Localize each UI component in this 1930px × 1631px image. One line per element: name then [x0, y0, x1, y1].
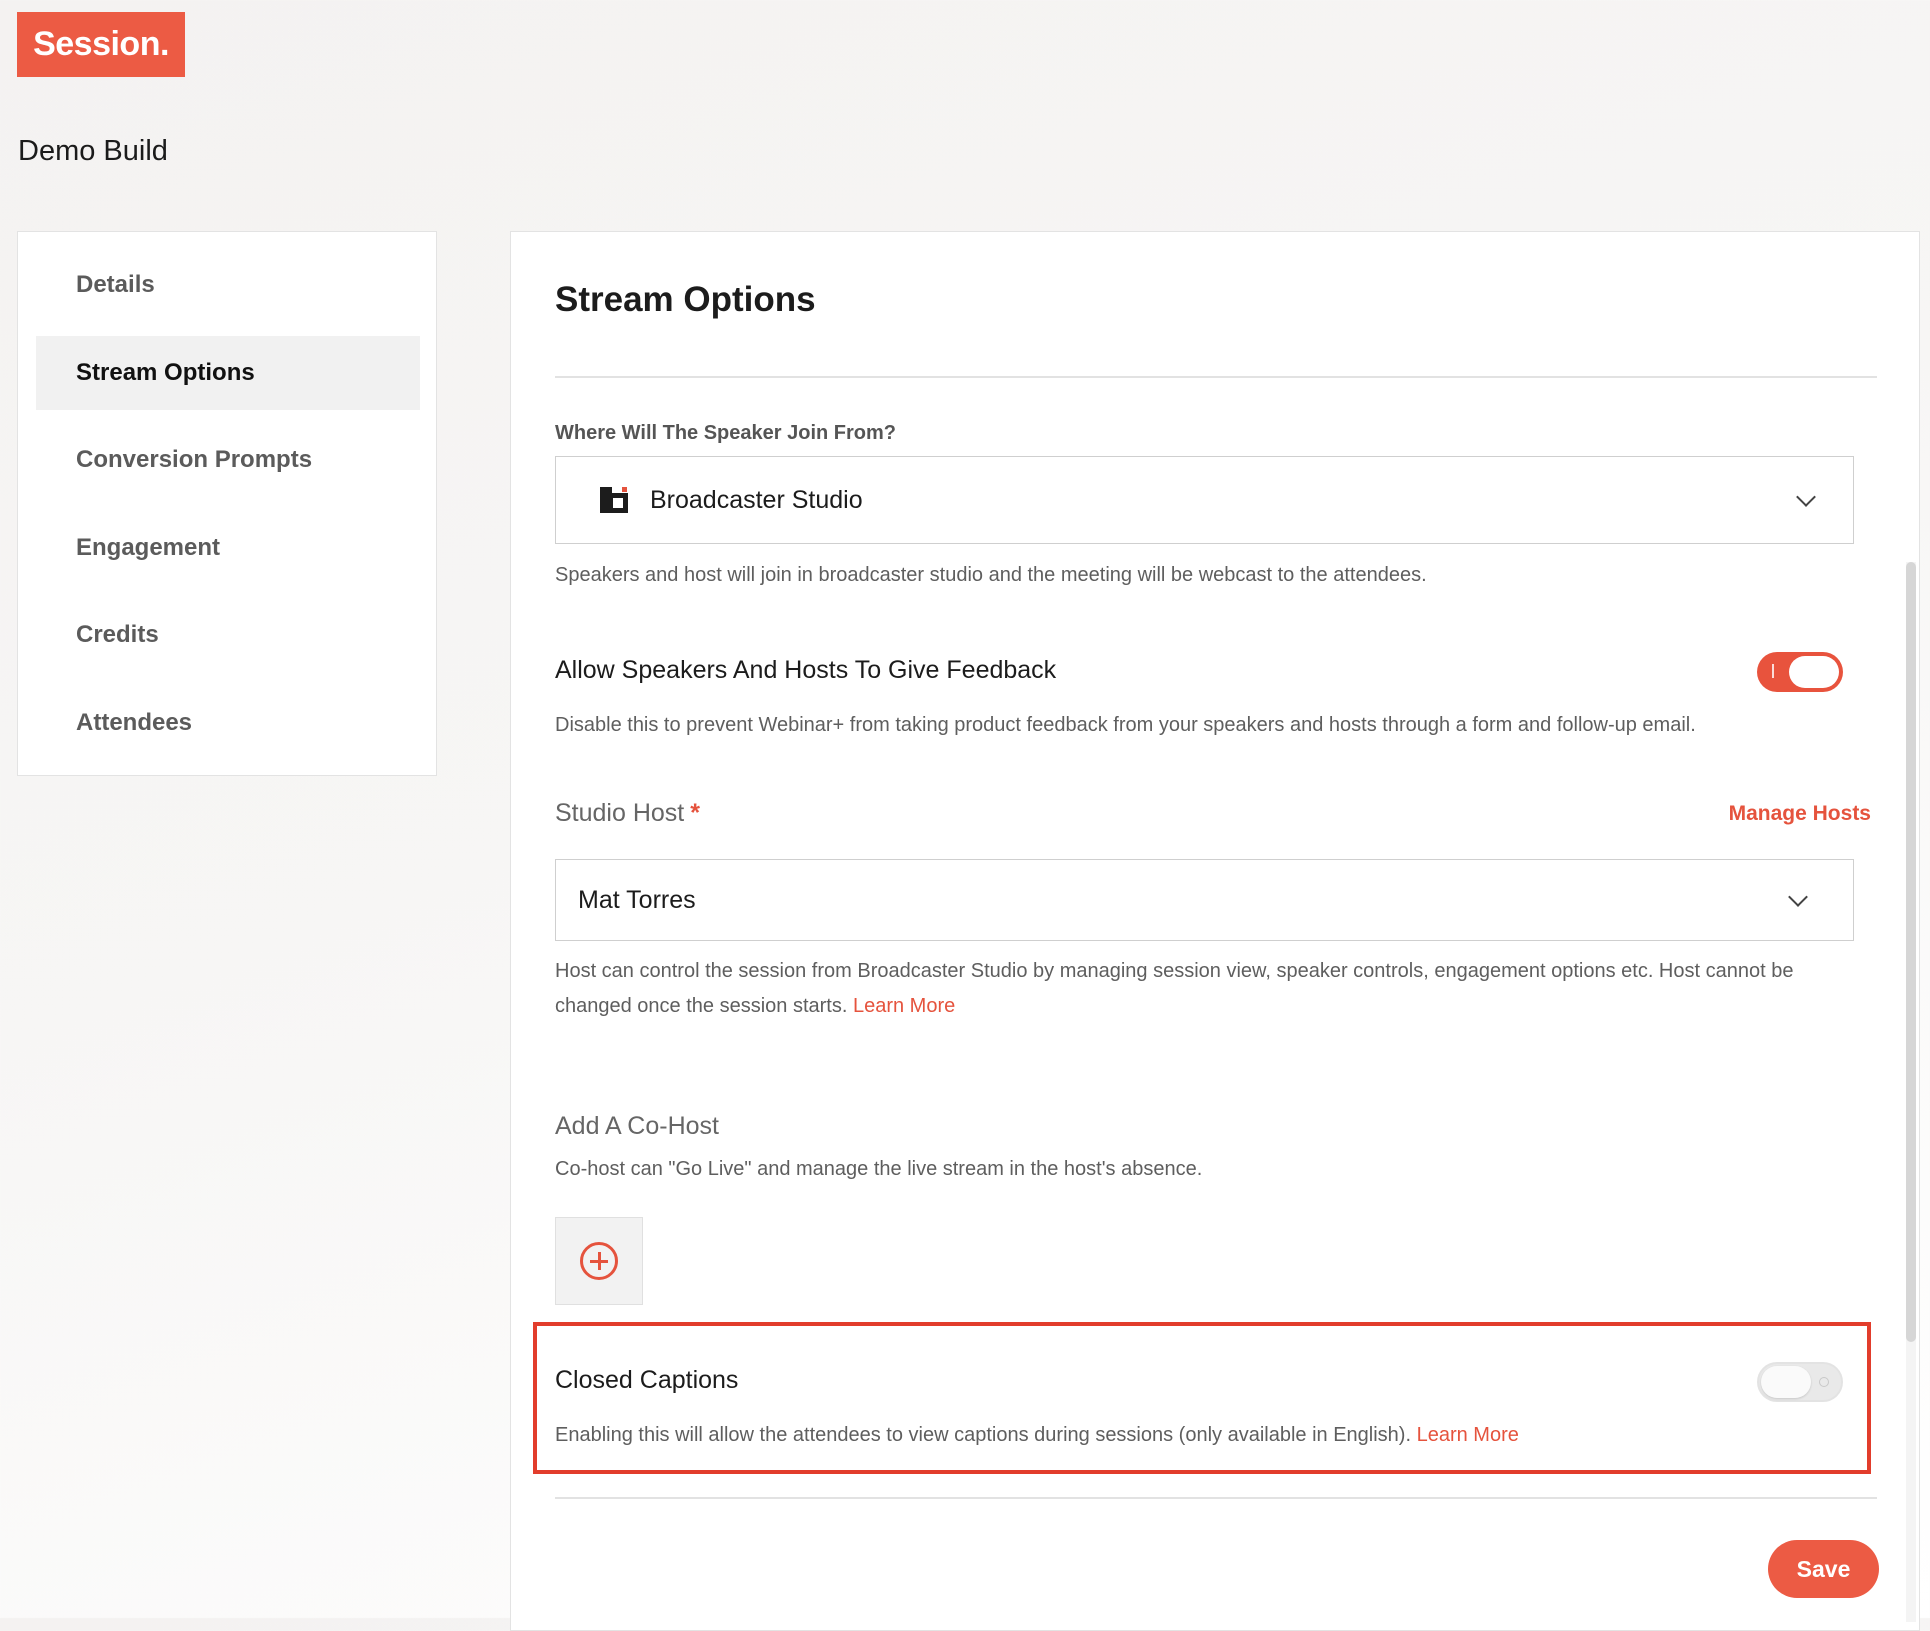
- scrollbar-thumb[interactable]: [1906, 562, 1916, 1342]
- build-name: Demo Build: [18, 135, 168, 167]
- divider: [555, 376, 1877, 378]
- required-mark: *: [690, 799, 700, 827]
- studio-host-description: Host can control the session from Broadc…: [555, 960, 1794, 1017]
- speaker-join-description: Speakers and host will join in broadcast…: [555, 564, 1427, 586]
- closed-captions-label: Closed Captions: [555, 1366, 739, 1394]
- closed-captions-learn-more-link[interactable]: Learn More: [1417, 1424, 1519, 1446]
- speaker-join-label: Where Will The Speaker Join From?: [555, 422, 896, 444]
- studio-host-select[interactable]: Mat Torres: [555, 859, 1854, 941]
- feedback-toggle[interactable]: [1757, 652, 1843, 692]
- feedback-label: Allow Speakers And Hosts To Give Feedbac…: [555, 656, 1057, 684]
- co-host-description: Co-host can "Go Live" and manage the liv…: [555, 1158, 1203, 1180]
- page-title: Stream Options: [555, 280, 816, 319]
- sidebar-nav: Details Stream Options Conversion Prompt…: [17, 231, 437, 776]
- feedback-description: Disable this to prevent Webinar+ from ta…: [555, 714, 1696, 736]
- manage-hosts-link[interactable]: Manage Hosts: [1729, 802, 1871, 826]
- studio-host-value: Mat Torres: [578, 885, 696, 914]
- closed-captions-description: Enabling this will allow the attendees t…: [555, 1424, 1519, 1446]
- session-logo[interactable]: Session.: [17, 12, 185, 77]
- co-host-label: Add A Co-Host: [555, 1112, 719, 1140]
- broadcaster-studio-icon: [600, 487, 628, 513]
- studio-host-label: Studio Host *: [555, 799, 700, 827]
- speaker-join-select[interactable]: Broadcaster Studio: [555, 456, 1854, 544]
- chevron-down-icon: [1796, 487, 1816, 507]
- chevron-down-icon: [1788, 887, 1808, 907]
- save-button[interactable]: Save: [1768, 1540, 1879, 1598]
- add-co-host-button[interactable]: [555, 1217, 643, 1305]
- sidebar-item-conversion-prompts[interactable]: Conversion Prompts: [36, 423, 420, 497]
- stream-options-panel: Stream Options Where Will The Speaker Jo…: [510, 231, 1920, 1631]
- divider: [555, 1497, 1877, 1499]
- sidebar-item-stream-options[interactable]: Stream Options: [36, 336, 420, 410]
- plus-circle-icon: [580, 1242, 618, 1280]
- sidebar-item-credits[interactable]: Credits: [36, 598, 420, 672]
- sidebar-item-engagement[interactable]: Engagement: [36, 511, 420, 585]
- studio-host-learn-more-link[interactable]: Learn More: [853, 995, 955, 1017]
- closed-captions-toggle[interactable]: [1757, 1362, 1843, 1402]
- sidebar-item-attendees[interactable]: Attendees: [36, 686, 420, 760]
- speaker-join-value: Broadcaster Studio: [650, 485, 863, 514]
- sidebar-item-details[interactable]: Details: [36, 248, 420, 322]
